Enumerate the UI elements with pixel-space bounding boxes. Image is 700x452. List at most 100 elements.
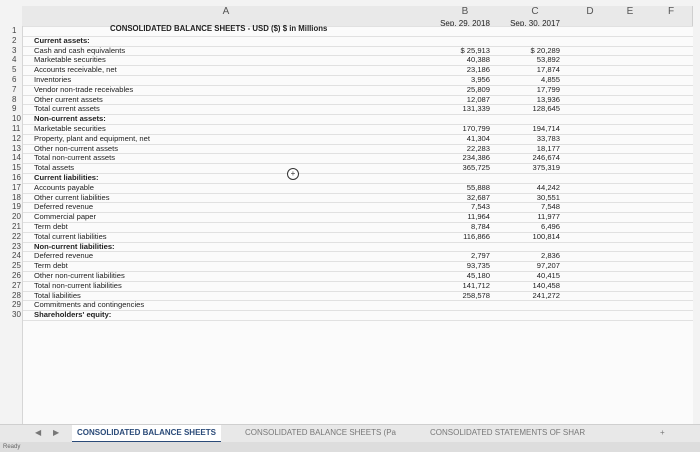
row-label[interactable]: Other non-current liabilities bbox=[34, 271, 304, 281]
row-label[interactable]: Non-current assets: bbox=[34, 114, 304, 124]
row-number[interactable]: 27 bbox=[12, 281, 22, 291]
row-label[interactable]: Inventories bbox=[34, 75, 304, 85]
row-label[interactable]: Current liabilities: bbox=[34, 173, 304, 183]
row-number[interactable]: 19 bbox=[12, 202, 22, 212]
value-2017[interactable]: 7,548 bbox=[500, 202, 560, 211]
value-2017[interactable]: 13,936 bbox=[500, 95, 560, 104]
value-2017[interactable]: 18,177 bbox=[500, 144, 560, 153]
row-label[interactable]: Accounts payable bbox=[34, 183, 304, 193]
row-label[interactable]: Marketable securities bbox=[34, 55, 304, 65]
row-label[interactable]: Total assets bbox=[34, 163, 304, 173]
value-2018[interactable]: 45,180 bbox=[430, 271, 490, 280]
row-number[interactable]: 5 bbox=[12, 65, 22, 75]
add-sheet-icon[interactable]: + bbox=[655, 425, 670, 441]
row-label[interactable]: Total non-current liabilities bbox=[34, 281, 304, 291]
value-2018[interactable]: 365,725 bbox=[430, 163, 490, 172]
row-number[interactable]: 16 bbox=[12, 173, 22, 183]
tab-scroll-left-icon[interactable]: ◀ bbox=[30, 425, 46, 441]
row-number[interactable]: 21 bbox=[12, 222, 22, 232]
row-label[interactable]: Commitments and contingencies bbox=[34, 300, 304, 310]
row-number[interactable]: 3 bbox=[12, 46, 22, 56]
row-number[interactable]: 22 bbox=[12, 232, 22, 242]
row-number[interactable]: 24 bbox=[12, 251, 22, 261]
row-number[interactable]: 12 bbox=[12, 134, 22, 144]
row-number[interactable]: 13 bbox=[12, 144, 22, 154]
value-2018[interactable]: 23,186 bbox=[430, 65, 490, 74]
value-2018[interactable]: 25,809 bbox=[430, 85, 490, 94]
tab-consolidated-balance-sheets-pa[interactable]: CONSOLIDATED BALANCE SHEETS (Pa bbox=[240, 425, 401, 441]
value-2018[interactable]: $ 25,913 bbox=[430, 46, 490, 55]
value-2017[interactable]: 17,874 bbox=[500, 65, 560, 74]
value-2018[interactable]: 116,866 bbox=[430, 232, 490, 241]
row-label[interactable]: Non-current liabilities: bbox=[34, 242, 304, 252]
value-2017[interactable]: 4,855 bbox=[500, 75, 560, 84]
value-2018[interactable]: 11,964 bbox=[430, 212, 490, 221]
row-label[interactable]: Other current liabilities bbox=[34, 193, 304, 203]
row-label[interactable]: Current assets: bbox=[34, 36, 304, 46]
row-label[interactable]: Commercial paper bbox=[34, 212, 304, 222]
value-2017[interactable]: 11,977 bbox=[500, 212, 560, 221]
value-2018[interactable]: 32,687 bbox=[430, 193, 490, 202]
value-2018[interactable]: 55,888 bbox=[430, 183, 490, 192]
value-2017[interactable]: 30,551 bbox=[500, 193, 560, 202]
tab-scroll-right-icon[interactable]: ▶ bbox=[48, 425, 64, 441]
row-number[interactable]: 26 bbox=[12, 271, 22, 281]
row-label[interactable]: Other current assets bbox=[34, 95, 304, 105]
row-number[interactable]: 9 bbox=[12, 104, 22, 114]
value-2018[interactable]: 141,712 bbox=[430, 281, 490, 290]
col-header-f[interactable]: F bbox=[650, 6, 693, 27]
value-2018[interactable]: 40,388 bbox=[430, 55, 490, 64]
value-2017[interactable]: 194,714 bbox=[500, 124, 560, 133]
row-number[interactable]: 10 bbox=[12, 114, 22, 124]
row-label[interactable]: Term debt bbox=[34, 222, 304, 232]
tab-consolidated-statements-of-shar[interactable]: CONSOLIDATED STATEMENTS OF SHAR bbox=[425, 425, 590, 441]
row-label[interactable]: Total current liabilities bbox=[34, 232, 304, 242]
value-2018[interactable]: 258,578 bbox=[430, 291, 490, 300]
row-label[interactable]: Property, plant and equipment, net bbox=[34, 134, 304, 144]
row-number[interactable]: 23 bbox=[12, 242, 22, 252]
value-2018[interactable]: 234,386 bbox=[430, 153, 490, 162]
row-number[interactable]: 2 bbox=[12, 36, 22, 46]
row-number[interactable]: 29 bbox=[12, 300, 22, 310]
row-number[interactable]: 14 bbox=[12, 153, 22, 163]
row-label[interactable] bbox=[34, 26, 304, 36]
value-2018[interactable]: 8,784 bbox=[430, 222, 490, 231]
row-label[interactable]: Deferred revenue bbox=[34, 251, 304, 261]
value-2017[interactable]: 2,836 bbox=[500, 251, 560, 260]
row-number[interactable]: 1 bbox=[12, 26, 22, 36]
value-2018[interactable]: 41,304 bbox=[430, 134, 490, 143]
col-header-c[interactable]: C Sep. 30, 2017 bbox=[500, 6, 571, 28]
value-2017[interactable]: 17,799 bbox=[500, 85, 560, 94]
row-number[interactable]: 11 bbox=[12, 124, 22, 134]
value-2017[interactable]: 140,458 bbox=[500, 281, 560, 290]
value-2017[interactable]: 241,272 bbox=[500, 291, 560, 300]
row-label[interactable]: Deferred revenue bbox=[34, 202, 304, 212]
row-label[interactable]: Other non-current assets bbox=[34, 144, 304, 154]
value-2017[interactable]: 128,645 bbox=[500, 104, 560, 113]
row-number[interactable]: 8 bbox=[12, 95, 22, 105]
col-header-d[interactable]: D bbox=[570, 6, 611, 27]
row-label[interactable]: Vendor non-trade receivables bbox=[34, 85, 304, 95]
row-label[interactable]: Total current assets bbox=[34, 104, 304, 114]
value-2017[interactable]: 40,415 bbox=[500, 271, 560, 280]
row-number[interactable]: 17 bbox=[12, 183, 22, 193]
value-2017[interactable]: 246,674 bbox=[500, 153, 560, 162]
row-label[interactable]: Total liabilities bbox=[34, 291, 304, 301]
row-label[interactable]: Term debt bbox=[34, 261, 304, 271]
row-number[interactable]: 30 bbox=[12, 310, 22, 320]
value-2018[interactable]: 131,339 bbox=[430, 104, 490, 113]
value-2017[interactable]: 33,783 bbox=[500, 134, 560, 143]
value-2017[interactable]: 44,242 bbox=[500, 183, 560, 192]
row-number[interactable]: 28 bbox=[12, 291, 22, 301]
value-2018[interactable]: 7,543 bbox=[430, 202, 490, 211]
row-label[interactable]: Accounts receivable, net bbox=[34, 65, 304, 75]
row-number[interactable]: 25 bbox=[12, 261, 22, 271]
row-number[interactable]: 4 bbox=[12, 55, 22, 65]
value-2018[interactable]: 93,735 bbox=[430, 261, 490, 270]
value-2018[interactable]: 3,956 bbox=[430, 75, 490, 84]
col-header-b[interactable]: B Sep. 29, 2018 bbox=[430, 6, 501, 28]
value-2017[interactable]: 375,319 bbox=[500, 163, 560, 172]
row-number[interactable]: 18 bbox=[12, 193, 22, 203]
col-header-e[interactable]: E bbox=[610, 6, 651, 27]
value-2018[interactable]: 22,283 bbox=[430, 144, 490, 153]
